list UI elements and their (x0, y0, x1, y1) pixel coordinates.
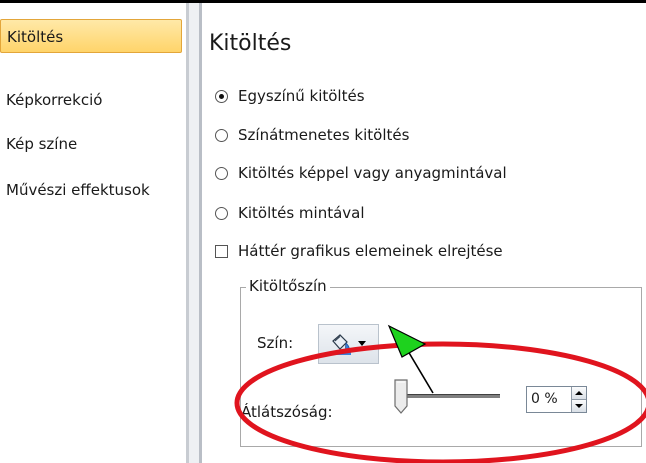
spinner-buttons (571, 387, 586, 412)
radio-button-icon[interactable] (215, 206, 228, 220)
radio-label: Kitöltés mintával (238, 204, 365, 222)
transparency-label: Átlátszóság: (241, 403, 333, 421)
sidebar-item-kepkorrekcio[interactable]: Képkorrekció (0, 83, 184, 117)
page-title: Kitöltés (209, 31, 292, 56)
transparency-value[interactable]: 0 % (531, 391, 558, 407)
transparency-slider[interactable] (394, 379, 504, 415)
radio-picture-fill[interactable]: Kitöltés képpel vagy anyagmintával (215, 160, 507, 186)
color-label: Szín: (257, 334, 294, 352)
radio-solid-fill[interactable]: Egyszínű kitöltés (215, 83, 365, 109)
group-legend: Kitöltőszín (246, 277, 330, 295)
radio-pattern-fill[interactable]: Kitöltés mintával (215, 200, 365, 226)
radio-label: Kitöltés képpel vagy anyagmintával (238, 164, 507, 182)
sidebar-item-kitoltes[interactable]: Kitöltés (0, 19, 182, 53)
radio-button-icon[interactable] (215, 128, 228, 142)
spin-up-button[interactable] (572, 387, 586, 399)
slider-thumb[interactable] (394, 379, 408, 419)
sidebar: Kitöltés Képkorrekció Kép színe Művészi … (0, 3, 184, 463)
fill-settings-panel: Kitöltés Egyszínű kitöltés Színátmenetes… (202, 3, 646, 463)
paint-bucket-icon (327, 332, 353, 356)
chevron-down-icon[interactable] (357, 340, 367, 348)
panel-splitter[interactable] (186, 3, 202, 463)
radio-label: Színátmenetes kitöltés (238, 126, 410, 144)
fill-color-group: Kitöltőszín Szín: Átlátszóság: 0 % (240, 277, 642, 447)
arrow-up-icon (575, 391, 583, 395)
radio-gradient-fill[interactable]: Színátmenetes kitöltés (215, 122, 409, 148)
transparency-spinner[interactable]: 0 % (526, 386, 587, 413)
radio-button-icon[interactable] (215, 166, 228, 180)
arrow-down-icon (575, 404, 583, 408)
spin-down-button[interactable] (572, 399, 586, 412)
hide-background-checkbox[interactable]: Háttér grafikus elemeinek elrejtése (215, 238, 503, 264)
radio-label: Egyszínű kitöltés (238, 87, 365, 105)
radio-button-icon[interactable] (215, 89, 228, 103)
sidebar-item-kep-szine[interactable]: Kép színe (0, 127, 184, 161)
slider-track[interactable] (404, 394, 500, 398)
sidebar-item-muveszi-effektusok[interactable]: Művészi effektusok (0, 173, 184, 207)
checkbox-icon[interactable] (215, 244, 228, 258)
fill-color-button[interactable] (318, 324, 379, 364)
checkbox-label: Háttér grafikus elemeinek elrejtése (238, 242, 503, 260)
